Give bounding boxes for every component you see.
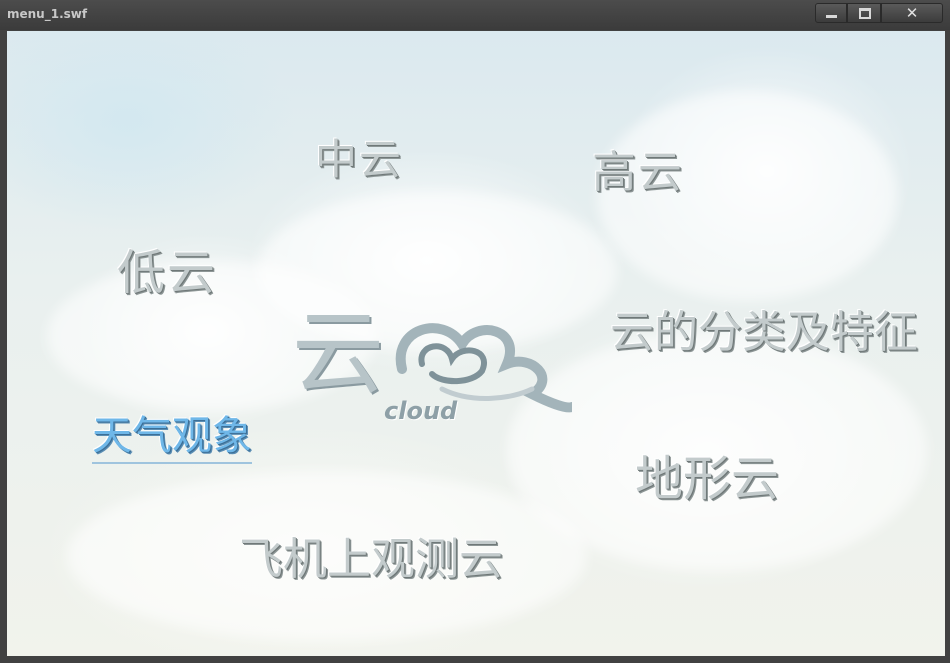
logo-character: 云 <box>292 300 385 407</box>
title-bar[interactable]: menu_1.swf ✕ <box>0 0 950 30</box>
cloud-logo: 云 cloud <box>292 279 582 449</box>
close-button[interactable]: ✕ <box>881 3 943 23</box>
menu-low-cloud[interactable]: 低云 <box>117 233 217 303</box>
close-icon: ✕ <box>905 4 919 22</box>
minimize-button[interactable] <box>815 3 847 23</box>
menu-high-cloud[interactable]: 高云 <box>592 136 684 200</box>
menu-terrain-cloud[interactable]: 地形云 <box>635 439 779 509</box>
logo-subtitle: cloud <box>384 397 458 425</box>
menu-plane-observation[interactable]: 飞机上观测云 <box>239 523 503 587</box>
minimize-icon <box>826 15 837 18</box>
window-title: menu_1.swf <box>7 7 88 21</box>
flash-stage: 云 cloud 中云 高云 低云 云的分类及特征 天气观象 地形云 飞机上观测云 <box>7 31 945 656</box>
maximize-icon <box>859 8 871 19</box>
app-window: menu_1.swf ✕ 云 cloud 中云 高云 低云 云的分类及特征 天气… <box>0 0 950 663</box>
menu-weather[interactable]: 天气观象 <box>92 403 252 464</box>
maximize-button[interactable] <box>847 3 881 23</box>
menu-classification[interactable]: 云的分类及特征 <box>610 296 918 360</box>
menu-mid-cloud[interactable]: 中云 <box>315 126 403 187</box>
